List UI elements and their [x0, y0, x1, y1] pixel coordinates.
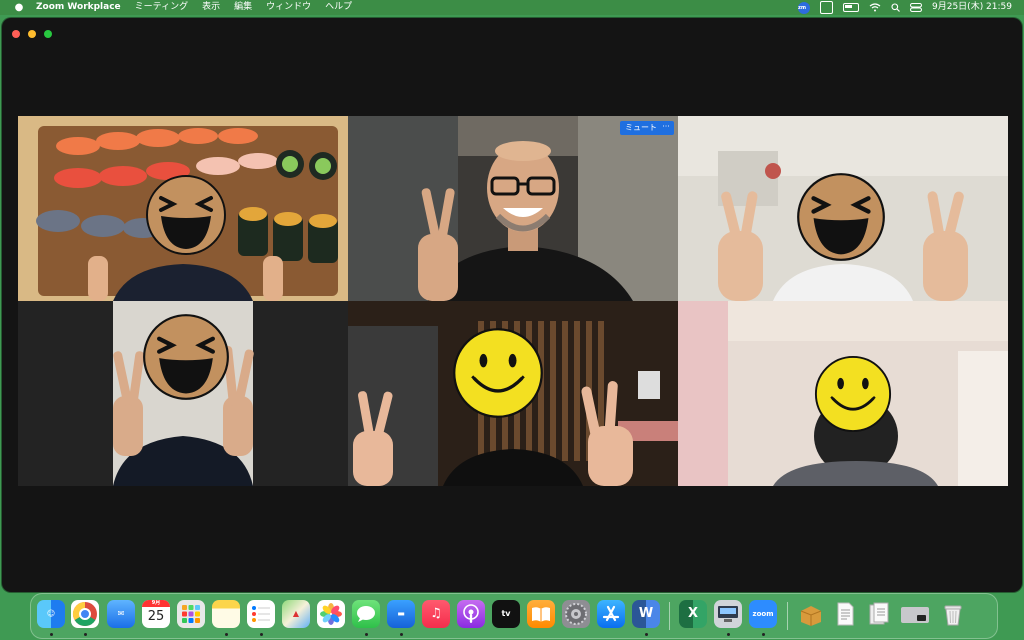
running-indicator [50, 633, 53, 636]
app-menus: Zoom Workplace ミーティング 表示 編集 ウィンドウ ヘルプ [36, 0, 366, 15]
running-indicator [225, 633, 228, 636]
clock[interactable]: 9月25日(木) 21:59 [932, 0, 1012, 15]
battery-icon[interactable] [843, 3, 859, 12]
zoom-label: zoom [752, 610, 774, 618]
word-label: W [638, 606, 654, 621]
calendar-icon[interactable]: 9月 25 [142, 600, 170, 628]
dock-separator [787, 602, 788, 630]
maps-icon[interactable]: ▲ [282, 600, 310, 628]
zoom-app-icon[interactable]: zoom [749, 600, 777, 628]
running-indicator [645, 633, 648, 636]
screenshot-app-icon[interactable] [714, 600, 742, 628]
control-center-icon[interactable] [910, 3, 922, 12]
archive-box-icon[interactable] [797, 600, 825, 628]
books-icon[interactable] [527, 600, 555, 628]
laughing-face-icon [797, 173, 885, 261]
video-tile-4-active-speaker[interactable] [18, 301, 348, 486]
window-controls [12, 30, 60, 38]
video-tile-1[interactable] [18, 116, 348, 301]
dock-separator [669, 602, 670, 630]
calendar-day: 25 [147, 609, 165, 624]
podcasts-icon[interactable] [457, 600, 485, 628]
menu-edit[interactable]: 編集 [234, 0, 252, 15]
system-settings-icon[interactable] [562, 600, 590, 628]
launchpad-icon[interactable] [177, 600, 205, 628]
chrome-icon[interactable] [71, 600, 99, 628]
app-status-icon[interactable] [820, 1, 833, 14]
status-area: zm 9月25日(木) 21:59 [788, 0, 1012, 15]
spotlight-search-icon[interactable] [891, 3, 900, 12]
running-indicator [762, 633, 765, 636]
excel-label: X [687, 606, 699, 621]
finder-icon[interactable]: ☺ [37, 600, 65, 628]
photos-icon[interactable] [317, 600, 345, 628]
wifi-icon[interactable] [869, 3, 881, 12]
video-tile-3[interactable] [678, 116, 1008, 301]
zoom-meeting-window: ミュート ··· [2, 18, 1022, 592]
mute-button[interactable]: ミュート [620, 121, 662, 135]
zoom-status-icon[interactable]: zm [798, 1, 810, 14]
tv-window-icon[interactable] [899, 600, 931, 628]
reminders-icon[interactable] [247, 600, 275, 628]
dock: ☺ ✉ 9月 25 ▲ ▬ ♫ tv W X zoom [30, 593, 998, 639]
menu-bar: ● Zoom Workplace ミーティング 表示 編集 ウィンドウ ヘルプ … [0, 0, 1024, 15]
running-indicator [260, 633, 263, 636]
minimize-window-button[interactable] [28, 30, 36, 38]
close-window-button[interactable] [12, 30, 20, 38]
microsoft-word-icon[interactable]: W [632, 600, 660, 628]
menu-help[interactable]: ヘルプ [325, 0, 352, 15]
laughing-face-icon [143, 314, 229, 400]
more-options-button[interactable]: ··· [658, 121, 674, 135]
menu-meeting[interactable]: ミーティング [135, 0, 188, 15]
running-indicator [400, 633, 403, 636]
menu-app-name[interactable]: Zoom Workplace [36, 0, 121, 15]
mail-icon[interactable]: ✉ [107, 600, 135, 628]
documents-stack-icon[interactable] [865, 600, 893, 628]
app-store-icon[interactable] [597, 600, 625, 628]
notes-icon[interactable] [212, 600, 240, 628]
messages-icon[interactable] [352, 600, 380, 628]
office-background [348, 116, 678, 301]
video-tile-2[interactable]: ミュート ··· [348, 116, 678, 301]
smiley-face-icon [814, 355, 892, 433]
laughing-face-icon [146, 175, 226, 255]
fullscreen-window-button[interactable] [44, 30, 52, 38]
running-indicator [727, 633, 730, 636]
smiley-face-icon [453, 328, 543, 418]
video-tile-6[interactable] [678, 301, 1008, 486]
trash-icon[interactable] [939, 600, 967, 628]
running-indicator [365, 633, 368, 636]
running-indicator [84, 633, 87, 636]
video-tile-5[interactable] [348, 301, 678, 486]
menu-view[interactable]: 表示 [202, 0, 220, 15]
document-icon[interactable] [831, 600, 859, 628]
apple-menu-icon[interactable]: ● [12, 0, 26, 15]
tv-label: tv [501, 609, 511, 618]
apple-tv-icon[interactable]: tv [492, 600, 520, 628]
music-icon[interactable]: ♫ [422, 600, 450, 628]
menu-window[interactable]: ウィンドウ [266, 0, 311, 15]
microsoft-excel-icon[interactable]: X [679, 600, 707, 628]
calendar-month: 9月 [142, 600, 170, 607]
keynote-icon[interactable]: ▬ [387, 600, 415, 628]
